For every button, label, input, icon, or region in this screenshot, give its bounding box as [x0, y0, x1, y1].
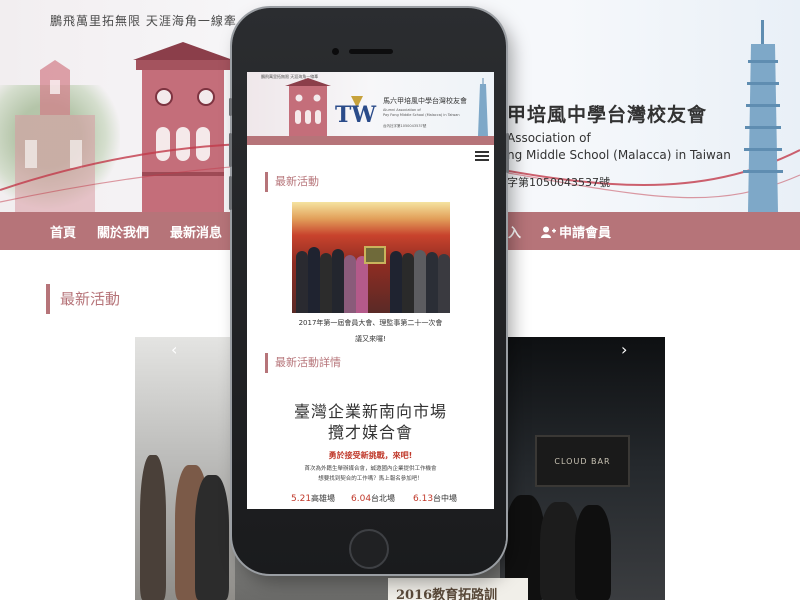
city-taipei: 6.04台北場 — [351, 493, 395, 504]
association-en-line2: ng Middle School (Malacca) in Taiwan — [507, 148, 731, 162]
city-taichung: 6.13台中場 — [413, 493, 457, 504]
registration-number: 字第1050043537號 — [507, 176, 610, 189]
mobile-header: 鵬飛萬里拓無限 天涯海角一線牽 TW 馬六甲培風中學台灣校友會 Alumni A… — [247, 72, 494, 140]
site-tagline: 鵬飛萬里拓無限 天涯海角一線牽 — [50, 14, 237, 28]
person — [296, 251, 308, 313]
person — [438, 254, 450, 313]
person — [344, 255, 356, 313]
association-title-block: 甲培風中學台灣校友會 Association of ng Middle Scho… — [507, 100, 731, 190]
person — [426, 252, 438, 313]
mobile-registration: 台內社字第1050043537號 — [383, 124, 427, 128]
photo-caption-line2[interactable]: 議又來囉! — [247, 334, 494, 344]
mobile-en-line2: Pay Fong Middle School (Malacca) in Taiw… — [383, 113, 460, 117]
power-button — [506, 133, 509, 173]
mute-switch — [229, 98, 232, 116]
association-en-line1: Association of — [507, 131, 591, 145]
city-place: 台北場 — [371, 494, 396, 503]
front-camera — [332, 48, 339, 55]
nav-item-about[interactable]: 關於我們 — [97, 222, 149, 241]
mobile-section-latest: 最新活動 — [265, 172, 319, 192]
person — [390, 251, 402, 313]
city-date: 5.21 — [291, 494, 312, 504]
taipei101-illustration — [743, 20, 783, 212]
nav-item-home[interactable]: 首頁 — [50, 222, 76, 241]
mobile-clocktower-illustration — [285, 78, 331, 136]
carousel-next-button[interactable]: › — [621, 340, 627, 359]
city-kaohsiung: 5.21高雄場 — [291, 493, 335, 504]
nav-item-news[interactable]: 最新消息 — [170, 222, 222, 241]
mobile-section-latest-detail: 最新活動詳情 — [265, 353, 341, 373]
volume-up-button — [229, 133, 232, 167]
photo-caption-line1[interactable]: 2017年第一屆會員大會、理監事第二十一次會 — [247, 318, 494, 328]
city-date: 6.13 — [413, 494, 434, 504]
city-place: 台中場 — [433, 494, 458, 503]
stage: 鵬飛萬里拓無限 天涯海角一線牽 甲培風中學台灣校友會 Association o… — [0, 0, 800, 600]
volume-down-button — [229, 176, 232, 210]
mobile-en-title: Alumni Association of Pay Fong Middle Sc… — [383, 108, 460, 118]
person — [575, 505, 611, 600]
storefront-text: CLOUD BAR — [554, 457, 611, 466]
award-plaque — [364, 246, 386, 264]
user-plus-icon — [541, 226, 556, 238]
person — [195, 475, 229, 600]
event-desc-line1: 首次為外籍生舉辦媒合會，誠邀國內企業提供工作機會 — [304, 466, 437, 472]
home-button[interactable] — [349, 529, 389, 569]
person — [332, 249, 344, 313]
association-zh-title: 甲培風中學台灣校友會 — [507, 104, 708, 126]
person — [402, 253, 414, 313]
event-title-line2: 攬才媒合會 — [327, 423, 413, 442]
nav-item-apply-member[interactable]: 申請會員 — [541, 222, 611, 241]
mobile-nav-strip — [247, 136, 494, 145]
person — [140, 455, 166, 600]
city-date: 6.04 — [351, 494, 372, 504]
logo-text: TW — [335, 102, 376, 126]
event-desc-line2: 想要找到契合的工作嗎？馬上報名參加吧！ — [318, 476, 423, 482]
earpiece-speaker — [349, 49, 393, 54]
city-place: 高雄場 — [311, 494, 336, 503]
section-title-latest: 最新活動 — [46, 284, 120, 314]
event-photo[interactable] — [292, 202, 450, 313]
hamburger-menu-icon[interactable] — [475, 151, 489, 163]
photo-banner: 2016教育拓路訓 — [388, 578, 528, 600]
mobile-zh-title: 馬六甲培風中學台灣校友會 — [383, 97, 467, 105]
mobile-taipei101-illustration — [478, 78, 488, 136]
person — [414, 250, 426, 313]
carousel-prev-button[interactable]: ‹ — [171, 340, 177, 359]
apply-member-label: 申請會員 — [559, 226, 612, 241]
photo-banner-text: 2016教育拓路訓 — [396, 588, 498, 600]
person — [356, 256, 368, 313]
phone-screen: 鵬飛萬里拓無限 天涯海角一線牽 TW 馬六甲培風中學台灣校友會 Alumni A… — [247, 72, 494, 509]
nav-item-partial[interactable]: 入 — [508, 222, 521, 241]
person — [320, 253, 332, 313]
person — [308, 247, 320, 313]
tw-logo-icon: TW — [335, 96, 376, 126]
person — [540, 502, 580, 600]
storefront-sign: CLOUD BAR — [535, 435, 630, 487]
event-subtitle: 勇於接受新挑戰，來吧! — [328, 451, 413, 460]
